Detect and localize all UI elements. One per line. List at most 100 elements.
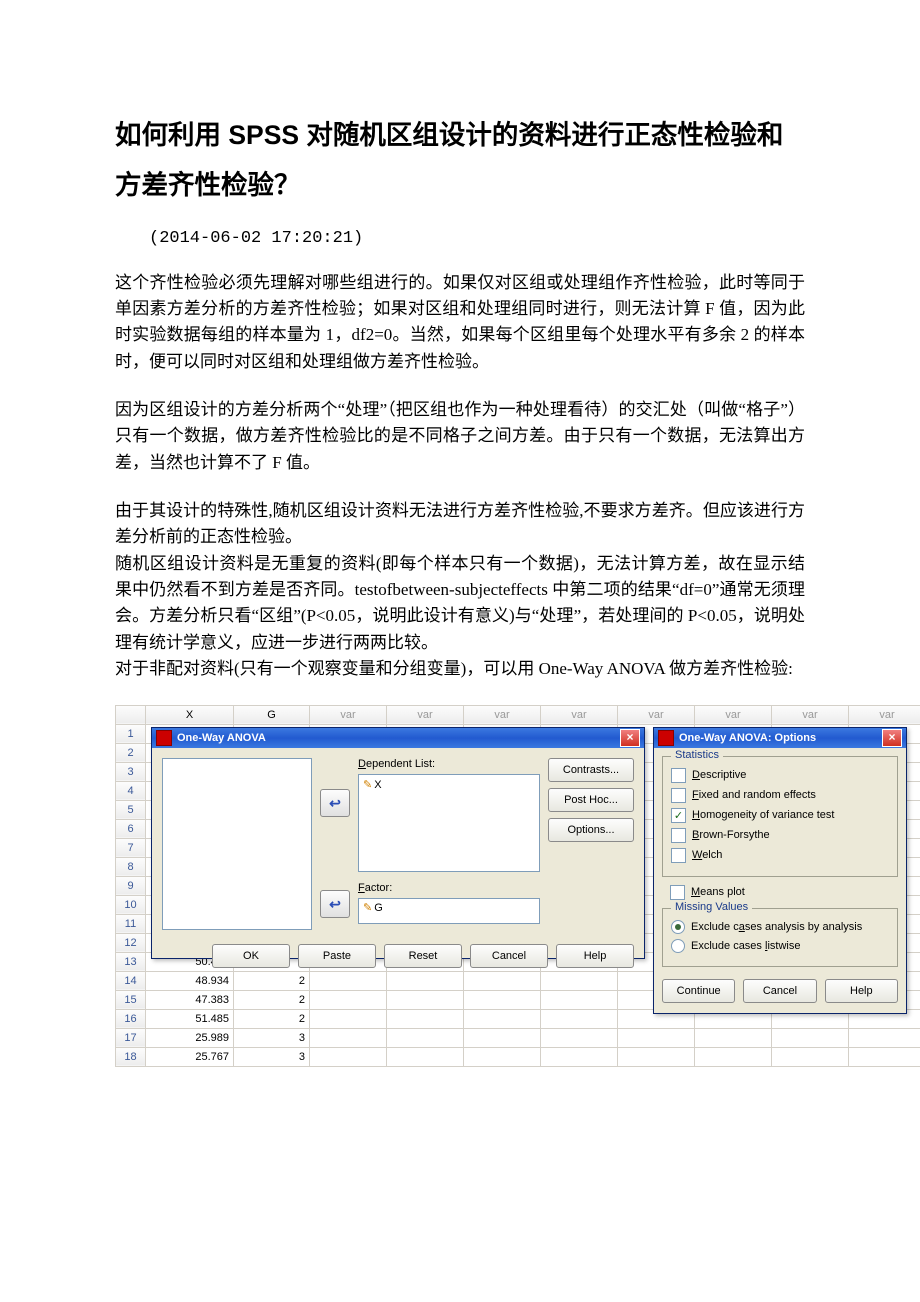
col-var[interactable]: var xyxy=(772,705,849,724)
brown-forsythe-checkbox[interactable]: Brown-Forsythe xyxy=(671,828,889,843)
variable-icon: ✎ xyxy=(363,902,372,914)
options-button[interactable]: Options... xyxy=(548,818,634,842)
app-icon xyxy=(156,730,172,746)
cell-empty[interactable] xyxy=(618,1047,695,1066)
fixed-random-checkbox[interactable]: Fixed and random effects xyxy=(671,788,889,803)
col-x[interactable]: X xyxy=(146,705,234,724)
dialog-titlebar[interactable]: One-Way ANOVA × xyxy=(152,728,644,748)
cancel-button[interactable]: Cancel xyxy=(470,944,548,968)
cell-empty[interactable] xyxy=(310,1028,387,1047)
corner-cell xyxy=(116,705,146,724)
row-header[interactable]: 18 xyxy=(116,1047,146,1066)
row-header[interactable]: 3 xyxy=(116,762,146,781)
cell-empty[interactable] xyxy=(310,1047,387,1066)
dependent-list[interactable]: ✎X xyxy=(358,774,540,872)
row-header[interactable]: 2 xyxy=(116,743,146,762)
cancel-button[interactable]: Cancel xyxy=(743,979,816,1003)
cell-empty[interactable] xyxy=(695,1047,772,1066)
col-var[interactable]: var xyxy=(464,705,541,724)
row-header[interactable]: 13 xyxy=(116,952,146,971)
factor-field[interactable]: ✎G xyxy=(358,898,540,924)
cell-g[interactable]: 3 xyxy=(234,1028,310,1047)
col-var[interactable]: var xyxy=(849,705,920,724)
cell-empty[interactable] xyxy=(772,1047,849,1066)
statistics-group: Statistics Descriptive Fixed and random … xyxy=(662,756,898,877)
article-timestamp: (2014-06-02 17:20:21) xyxy=(115,229,805,248)
row-header[interactable]: 4 xyxy=(116,781,146,800)
row-header[interactable]: 11 xyxy=(116,914,146,933)
posthoc-button[interactable]: Post Hoc... xyxy=(548,788,634,812)
row-header[interactable]: 17 xyxy=(116,1028,146,1047)
app-icon xyxy=(658,730,674,746)
exclude-analysis-radio[interactable]: Exclude cases analysis by analysis xyxy=(671,920,889,934)
row-header[interactable]: 14 xyxy=(116,971,146,990)
dialog-titlebar[interactable]: One-Way ANOVA: Options × xyxy=(654,728,906,748)
cell-empty[interactable] xyxy=(464,1047,541,1066)
paragraph-2: 因为区组设计的方差分析两个“处理”（把区组也作为一种处理看待）的交汇处（叫做“格… xyxy=(115,397,805,476)
dialog-anova: One-Way ANOVA × ↩ ↩ Dependent List: ✎X F… xyxy=(151,727,645,959)
cell-empty[interactable] xyxy=(387,1028,464,1047)
row-header[interactable]: 9 xyxy=(116,876,146,895)
row-header[interactable]: 8 xyxy=(116,857,146,876)
spss-screenshot: X G var var var var var var var var var … xyxy=(115,705,920,1067)
cell-g[interactable]: 3 xyxy=(234,1047,310,1066)
welch-checkbox[interactable]: Welch xyxy=(671,848,889,863)
missing-legend: Missing Values xyxy=(671,901,752,913)
move-to-dependent-button[interactable]: ↩ xyxy=(320,789,350,817)
cell-x[interactable]: 25.989 xyxy=(146,1028,234,1047)
continue-button[interactable]: Continue xyxy=(662,979,735,1003)
variable-icon: ✎ xyxy=(363,779,372,791)
cell-empty[interactable] xyxy=(849,1047,920,1066)
article-title: 如何利用 SPSS 对随机区组设计的资料进行正态性检验和方差齐性检验？ xyxy=(115,110,805,211)
row-header[interactable]: 5 xyxy=(116,800,146,819)
cell-empty[interactable] xyxy=(541,1028,618,1047)
help-button[interactable]: Help xyxy=(825,979,898,1003)
paste-button[interactable]: Paste xyxy=(298,944,376,968)
dialog-anova-options: One-Way ANOVA: Options × Statistics Desc… xyxy=(653,727,907,1014)
col-var[interactable]: var xyxy=(695,705,772,724)
paragraph-3b: 随机区组设计资料是无重复的资料(即每个样本只有一个数据)，无法计算方差，故在显示… xyxy=(115,551,805,656)
table-row: 1725.9893 xyxy=(116,1028,920,1047)
row-header[interactable]: 10 xyxy=(116,895,146,914)
row-header[interactable]: 12 xyxy=(116,933,146,952)
close-icon[interactable]: × xyxy=(882,729,902,747)
col-g[interactable]: G xyxy=(234,705,310,724)
paragraph-3a: 由于其设计的特殊性,随机区组设计资料无法进行方差齐性检验,不要求方差齐。但应该进… xyxy=(115,498,805,551)
dependent-list-label: Dependent List: xyxy=(358,758,540,770)
cell-empty[interactable] xyxy=(772,1028,849,1047)
help-button[interactable]: Help xyxy=(556,944,634,968)
col-var[interactable]: var xyxy=(310,705,387,724)
dialog-title: One-Way ANOVA: Options xyxy=(679,732,816,744)
descriptive-checkbox[interactable]: Descriptive xyxy=(671,768,889,783)
table-row: 1825.7673 xyxy=(116,1047,920,1066)
means-plot-checkbox[interactable]: Means plot xyxy=(670,885,898,900)
cell-empty[interactable] xyxy=(618,1028,695,1047)
cell-empty[interactable] xyxy=(541,1047,618,1066)
sheet-header-row: X G var var var var var var var var var xyxy=(116,705,920,724)
cell-empty[interactable] xyxy=(387,1047,464,1066)
row-header[interactable]: 7 xyxy=(116,838,146,857)
move-to-factor-button[interactable]: ↩ xyxy=(320,890,350,918)
row-header[interactable]: 1 xyxy=(116,724,146,743)
cell-empty[interactable] xyxy=(695,1028,772,1047)
homogeneity-checkbox[interactable]: ✓Homogeneity of variance test xyxy=(671,808,889,823)
statistics-legend: Statistics xyxy=(671,749,723,761)
variables-list[interactable] xyxy=(162,758,312,930)
close-icon[interactable]: × xyxy=(620,729,640,747)
col-var[interactable]: var xyxy=(618,705,695,724)
paragraph-1: 这个齐性检验必须先理解对哪些组进行的。如果仅对区组或处理组作齐性检验，此时等同于… xyxy=(115,270,805,375)
cell-x[interactable]: 25.767 xyxy=(146,1047,234,1066)
factor-label: Factor: xyxy=(358,882,540,894)
row-header[interactable]: 6 xyxy=(116,819,146,838)
exclude-listwise-radio[interactable]: Exclude cases listwise xyxy=(671,939,889,953)
col-var[interactable]: var xyxy=(387,705,464,724)
contrasts-button[interactable]: Contrasts... xyxy=(548,758,634,782)
cell-empty[interactable] xyxy=(464,1028,541,1047)
row-header[interactable]: 16 xyxy=(116,1009,146,1028)
reset-button[interactable]: Reset xyxy=(384,944,462,968)
row-header[interactable]: 15 xyxy=(116,990,146,1009)
cell-empty[interactable] xyxy=(849,1028,920,1047)
paragraph-3c: 对于非配对资料(只有一个观察变量和分组变量)，可以用 One-Way ANOVA… xyxy=(115,656,805,682)
col-var[interactable]: var xyxy=(541,705,618,724)
ok-button[interactable]: OK xyxy=(212,944,290,968)
